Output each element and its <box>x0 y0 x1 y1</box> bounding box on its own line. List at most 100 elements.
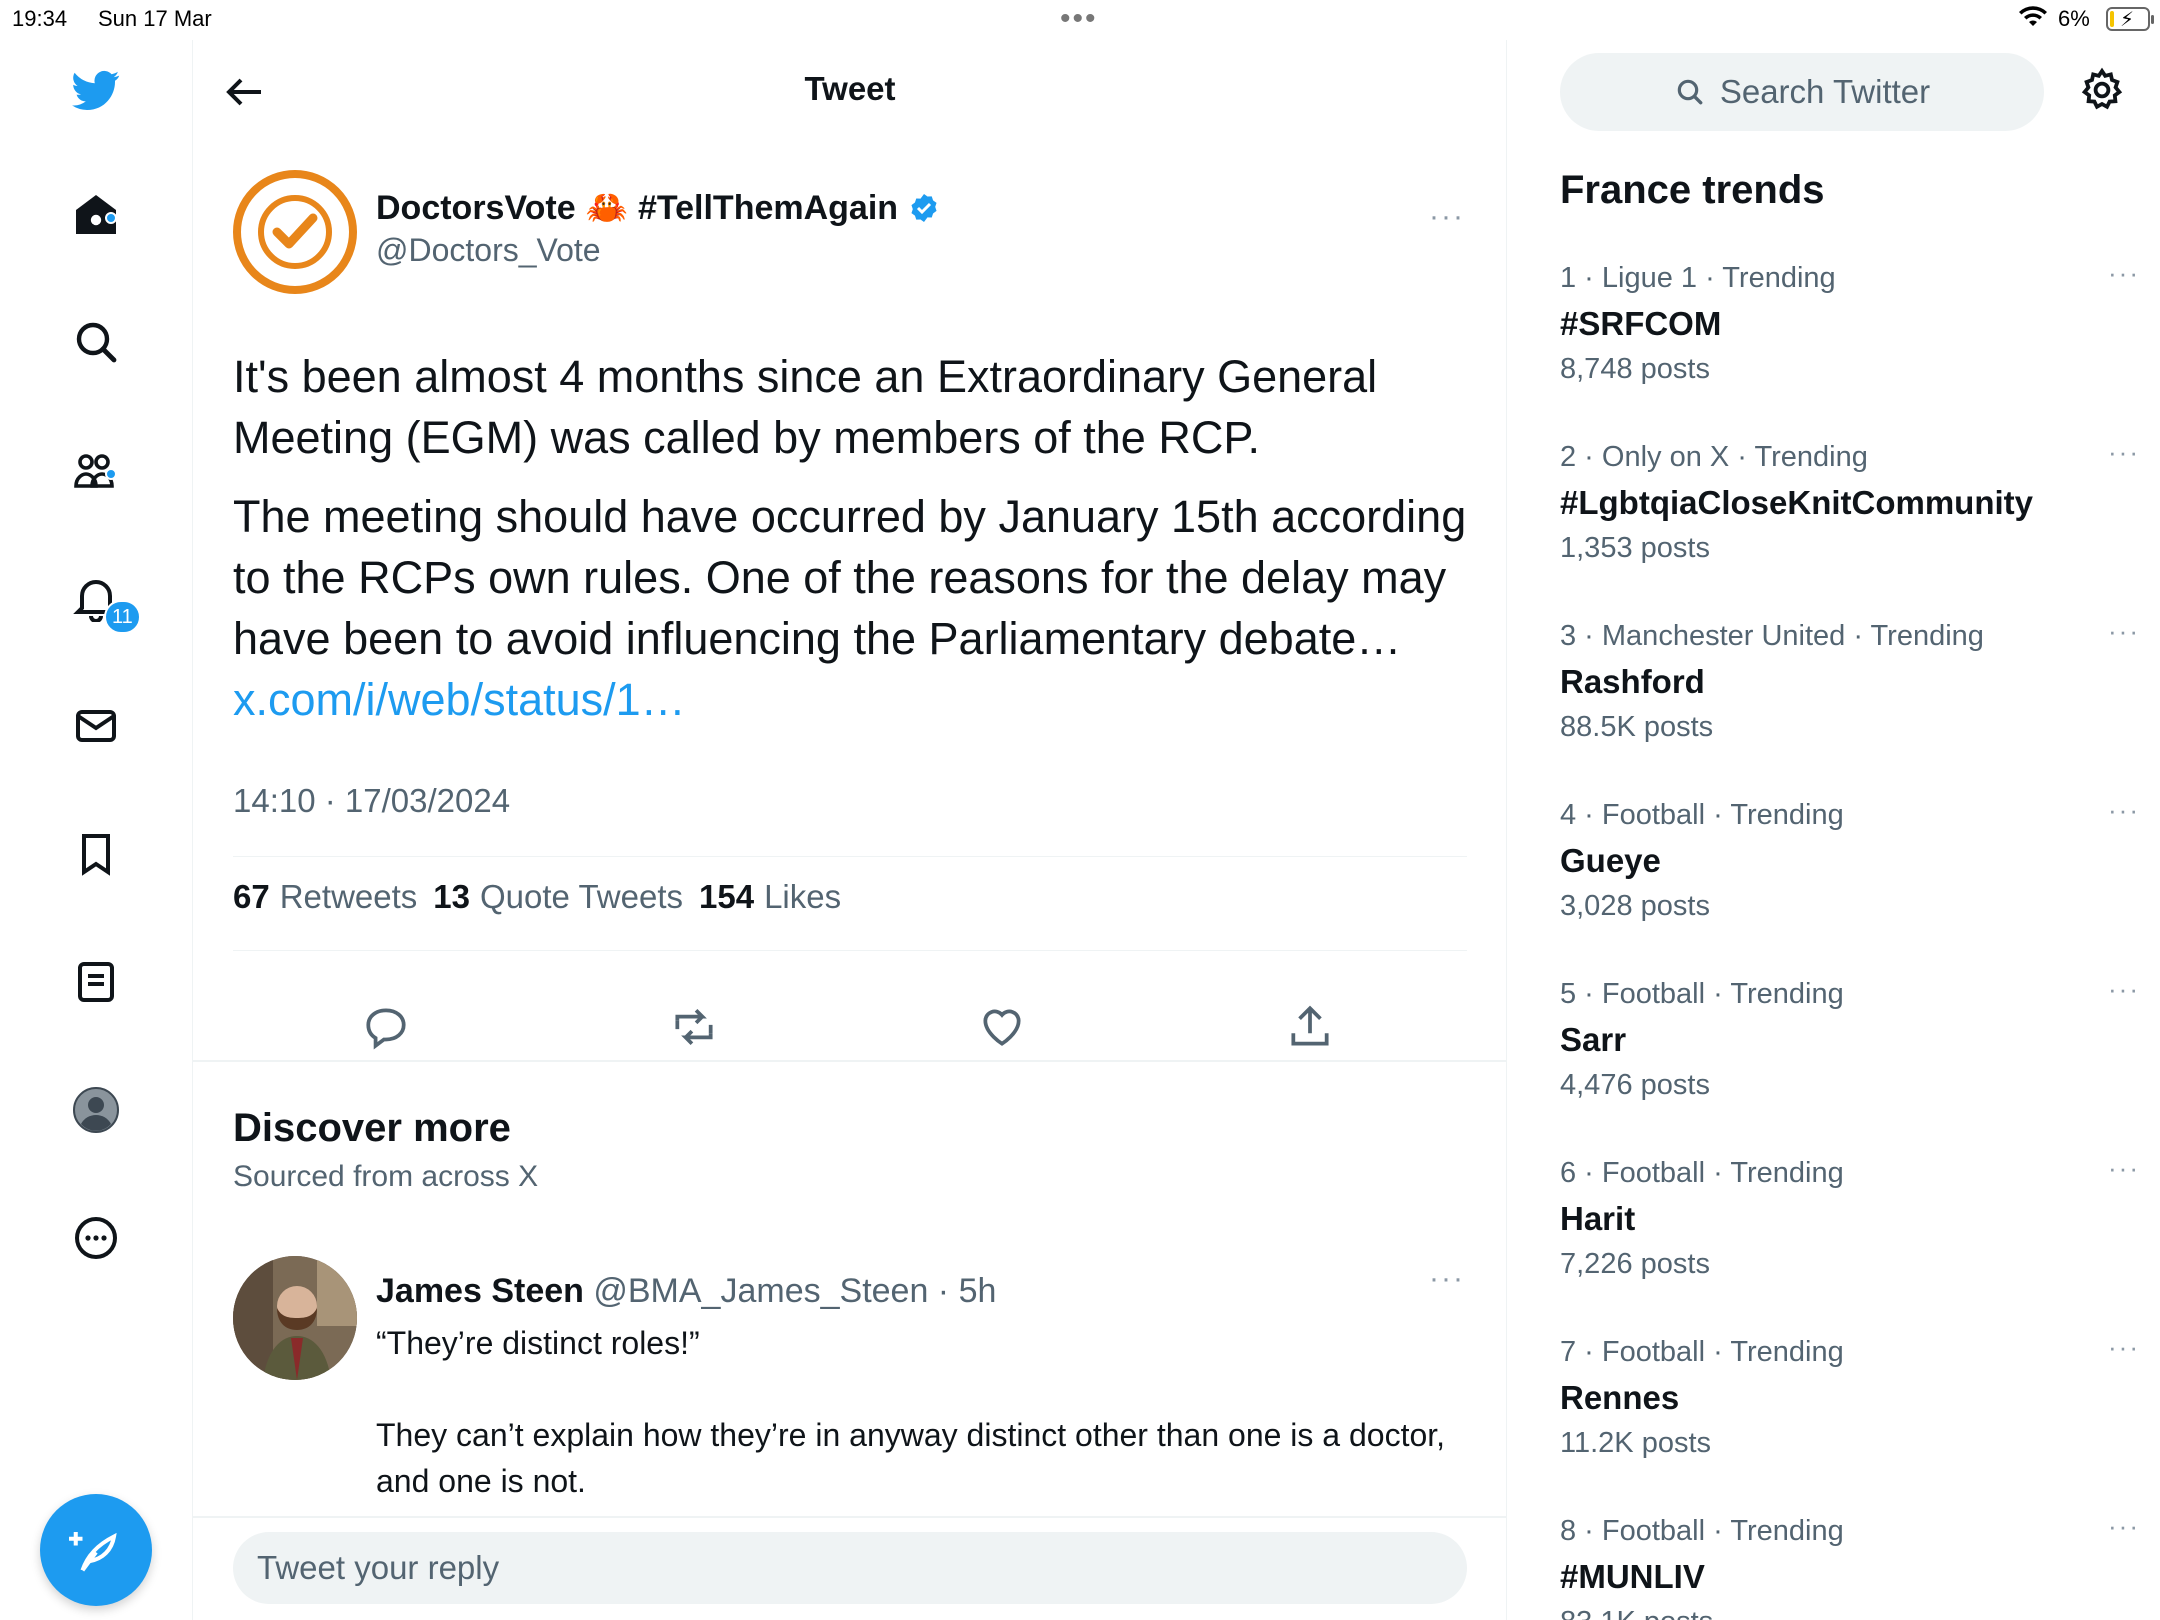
trend-meta: 2 · Only on X · Trending <box>1560 441 1868 473</box>
crab-emoji-icon: 🦀 <box>585 189 628 227</box>
trend-more-icon[interactable]: ··· <box>2108 795 2140 826</box>
trend-meta: 7 · Football · Trending <box>1560 1336 1844 1368</box>
trend-more-icon[interactable]: ··· <box>2108 974 2140 1005</box>
search-twitter-field[interactable]: Search Twitter <box>1560 53 2044 131</box>
trend-more-icon[interactable]: ··· <box>2108 1332 2140 1363</box>
trend-post-count: 4,476 posts <box>1560 1069 1710 1101</box>
trend-item[interactable]: 8 · Football · Trending #MUNLIV 83.1K post… <box>1560 1511 2140 1620</box>
reply-input[interactable] <box>233 1532 1467 1604</box>
trends-heading: France trends <box>1560 168 1825 212</box>
trend-meta: 3 · Manchester United · Trending <box>1560 620 1984 652</box>
gear-icon[interactable] <box>2078 66 2126 114</box>
tweet-text: It's been almost 4 months since an Extra… <box>233 346 1483 748</box>
trend-more-icon[interactable]: ··· <box>2108 1153 2140 1184</box>
trend-post-count: 83.1K posts <box>1560 1606 2140 1620</box>
search-icon[interactable] <box>68 314 124 370</box>
likes-label: Likes <box>764 878 842 915</box>
section-divider <box>193 1060 1507 1062</box>
trend-item[interactable]: 1 · Ligue 1 · Trending #SRFCOM 8,748 posts… <box>1560 258 2140 432</box>
tweet-paragraph-2: The meeting should have occurred by Janu… <box>233 486 1483 730</box>
search-icon <box>1677 79 1703 105</box>
trend-post-count: 8,748 posts <box>1560 353 1710 385</box>
quote-tweets-count: 13 <box>433 878 470 915</box>
status-time: 19:34 <box>12 6 68 31</box>
likes-stat[interactable]: 154 Likes <box>699 878 841 916</box>
retweets-stat[interactable]: 67 Retweets <box>233 878 417 916</box>
author-name[interactable]: DoctorsVote 🦀 #TellThemAgain <box>376 188 940 228</box>
trend-post-count: 7,226 posts <box>1560 1248 1710 1280</box>
tweet-timestamp: 14:10 · 17/03/2024 <box>233 782 511 819</box>
trend-more-icon[interactable]: ··· <box>2108 437 2140 468</box>
share-icon[interactable] <box>1285 1002 1335 1052</box>
reply-author-header[interactable]: James Steen @BMA_James_Steen · 5h <box>376 1272 996 1311</box>
trend-meta: 1 · Ligue 1 · Trending <box>1560 262 1836 294</box>
trend-item[interactable]: 5 · Football · Trending Sarr 4,476 posts ··… <box>1560 974 2140 1148</box>
author-avatar[interactable] <box>233 170 357 294</box>
tweet-paragraph-1: It's been almost 4 months since an Extra… <box>233 351 1378 463</box>
trend-more-icon[interactable]: ··· <box>2108 1511 2140 1542</box>
profile-avatar-icon[interactable] <box>68 1082 124 1138</box>
retweets-label: Retweets <box>279 878 418 915</box>
battery-percent: 6% <box>2058 6 2090 31</box>
communities-unread-dot <box>105 468 117 480</box>
messages-envelope-icon[interactable] <box>68 698 124 754</box>
status-date: Sun 17 Mar <box>98 6 212 31</box>
search-placeholder: Search Twitter <box>1719 73 1931 110</box>
trend-post-count: 11.2K posts <box>1560 1427 1712 1459</box>
discover-more-heading: Discover more <box>233 1106 511 1150</box>
lists-icon[interactable] <box>68 954 124 1010</box>
reply-paragraph-2: They can’t explain how they’re in anyway… <box>376 1417 1446 1499</box>
twitter-logo-icon[interactable] <box>68 62 124 118</box>
reply-icon[interactable] <box>361 1002 411 1052</box>
author-handle[interactable]: @Doctors_Vote <box>376 232 601 269</box>
like-heart-icon[interactable] <box>977 1002 1027 1052</box>
trend-post-count: 3,028 posts <box>1560 890 1710 922</box>
right-sidebar: Search Twitter France trends 1 · Ligue 1… <box>1508 40 2160 1620</box>
reply-bar-divider <box>193 1516 1507 1518</box>
multitasking-dots-icon[interactable]: ••• <box>1060 2 1098 36</box>
retweets-count: 67 <box>233 878 270 915</box>
trend-meta: 5 · Football · Trending <box>1560 978 1844 1010</box>
discover-more-subtitle: Sourced from across X <box>233 1160 539 1193</box>
quote-tweets-stat[interactable]: 13 Quote Tweets <box>433 878 683 916</box>
checkmark-logo-icon <box>258 195 332 269</box>
trend-name: #LgbtqiaCloseKnitCommunity <box>1560 484 2034 521</box>
trend-item[interactable]: 2 · Only on X · Trending #LgbtqiaCloseKni… <box>1560 437 2140 611</box>
compose-tweet-button[interactable] <box>40 1494 152 1606</box>
trend-meta: 8 · Football · Trending <box>1560 1515 1844 1547</box>
trend-more-icon[interactable]: ··· <box>2108 258 2140 289</box>
trend-item[interactable]: 3 · Manchester United · Trending Rashford… <box>1560 616 2140 790</box>
trend-meta: 4 · Football · Trending <box>1560 799 1844 831</box>
author-hashtag: #TellThemAgain <box>637 188 899 227</box>
trend-post-count: 1,353 posts <box>1560 532 1710 564</box>
trend-name: Gueye <box>1560 842 1661 879</box>
trend-item[interactable]: 6 · Football · Trending Harit 7,226 posts ·… <box>1560 1153 2140 1327</box>
status-bar: 19:34 Sun 17 Mar ••• 6% ⚡ <box>0 0 2160 40</box>
battery-icon: ⚡ <box>2106 7 2154 31</box>
reply-more-icon[interactable]: ··· <box>1429 1262 1465 1296</box>
likes-count: 154 <box>699 878 755 915</box>
trend-post-count: 88.5K posts <box>1560 711 1714 743</box>
trend-name: #MUNLIV <box>1560 1558 1705 1595</box>
trend-meta: 6 · Football · Trending <box>1560 1157 1844 1189</box>
reply-paragraph-1: “They’re distinct roles!” <box>376 1325 700 1361</box>
home-unread-dot <box>105 212 117 224</box>
trend-name: #SRFCOM <box>1560 305 1722 342</box>
reply-author-handle-time: @BMA_James_Steen · 5h <box>593 1272 997 1310</box>
left-sidebar: 11 <box>0 40 193 1620</box>
more-options-circle-icon[interactable] <box>68 1210 124 1266</box>
retweet-icon[interactable] <box>669 1002 719 1052</box>
trend-item[interactable]: 4 · Football · Trending Gueye 3,028 posts ·… <box>1560 795 2140 969</box>
wifi-icon <box>2018 6 2048 34</box>
tweet-paragraph-2-text: The meeting should have occurred by Janu… <box>233 491 1467 664</box>
tweet-link[interactable]: x.com/i/web/status/1… <box>233 674 686 725</box>
reply-author-avatar[interactable] <box>233 1256 357 1380</box>
trend-more-icon[interactable]: ··· <box>2108 616 2140 647</box>
bookmark-icon[interactable] <box>68 826 124 882</box>
trend-item[interactable]: 7 · Football · Trending Rennes 11.2K posts… <box>1560 1332 2140 1506</box>
verified-badge-icon <box>911 194 937 222</box>
compose-feather-icon <box>69 1532 117 1572</box>
divider <box>233 856 1467 857</box>
trend-name: Rashford <box>1560 663 1705 700</box>
tweet-more-icon[interactable]: ··· <box>1429 200 1465 234</box>
